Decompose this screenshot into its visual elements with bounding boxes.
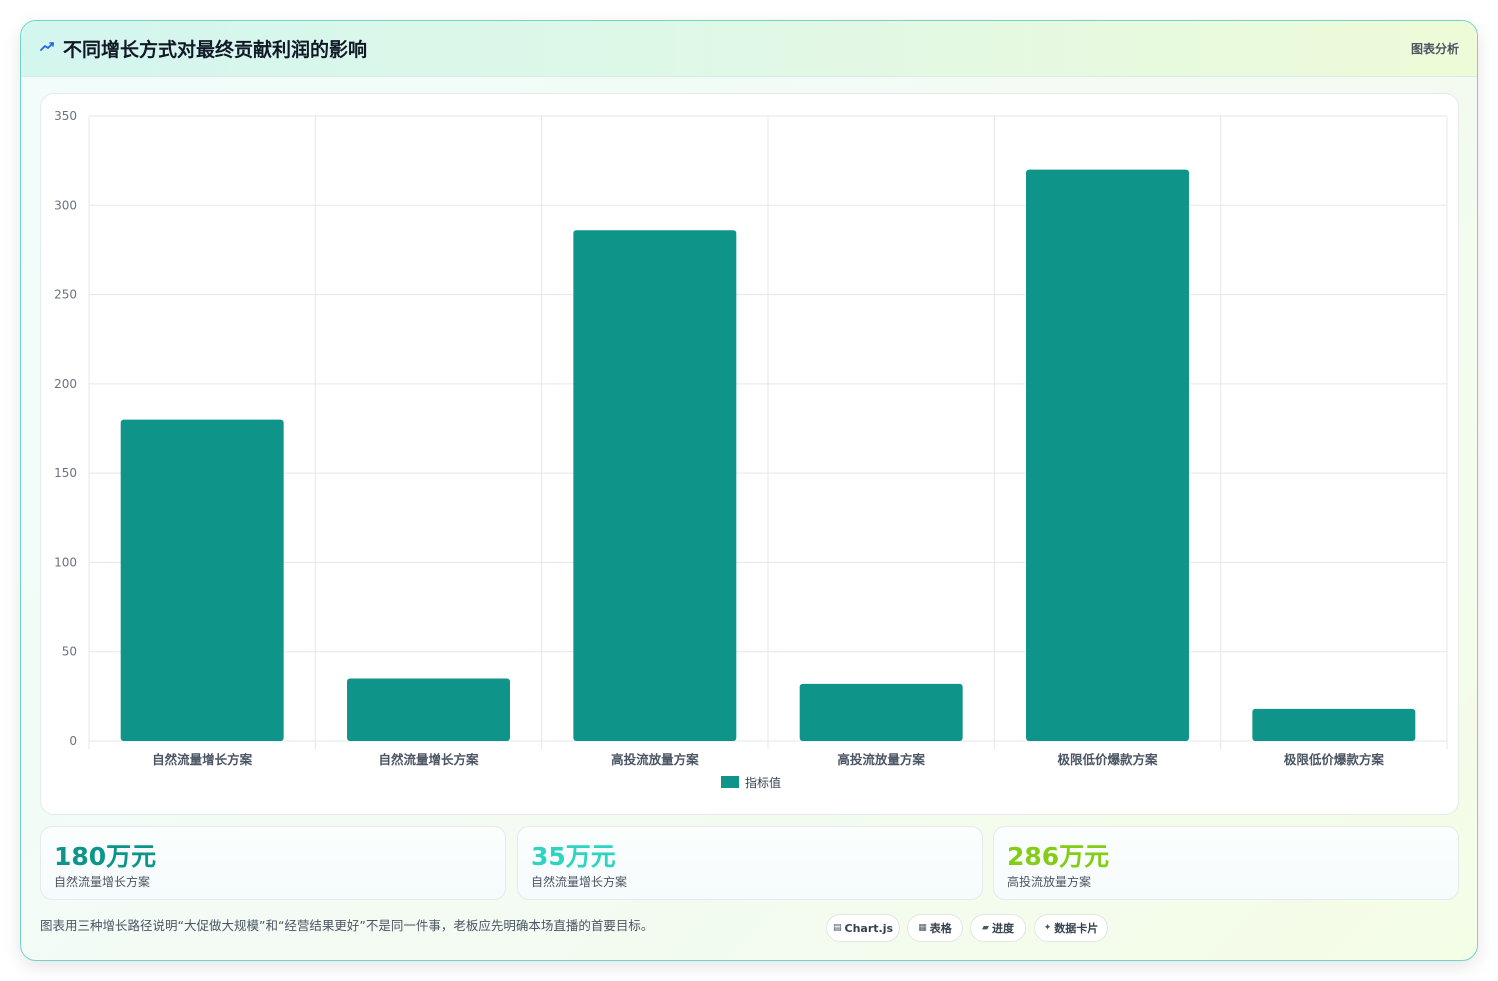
chip-label: 数据卡片 xyxy=(1054,922,1099,935)
y-tick-label: 200 xyxy=(54,377,77,391)
stat-value: 180万元 xyxy=(54,842,157,871)
stat-card-1: 180万元 自然流量增长方案 xyxy=(40,826,506,900)
bar-chart: 0 50 100 150 200 250 300 350 自然流量增长方案 自然流量增长方案 高投流… xyxy=(54,109,1448,790)
bar xyxy=(1252,708,1416,741)
trend-icon xyxy=(40,42,54,51)
stat-label: 自然流量增长方案 xyxy=(531,875,628,889)
stat-value: 286万元 xyxy=(1007,842,1110,871)
chip-label: 表格 xyxy=(929,922,952,935)
chip-label: Chart.js xyxy=(844,921,894,935)
bar xyxy=(1026,169,1189,742)
card-icon: ✦ xyxy=(1043,923,1052,933)
footer-note: 图表用三种增长路径说明“大促做大规模”和“经营结果更好”不是同一件事，老板应先明… xyxy=(40,918,654,933)
y-tick-label: 300 xyxy=(54,198,77,212)
y-tick-label: 100 xyxy=(54,555,77,569)
progress-icon: ▰ xyxy=(982,923,989,933)
bar xyxy=(799,683,963,741)
y-tick-label: 150 xyxy=(54,466,77,480)
chip-progress[interactable]: ▰ 进度 xyxy=(970,914,1026,942)
chart-analysis-label[interactable]: 图表分析 xyxy=(1411,40,1459,57)
bar xyxy=(120,419,284,741)
x-tick-label: 极限低价爆款方案 xyxy=(1284,752,1385,767)
stat-label: 自然流量增长方案 xyxy=(54,875,151,889)
x-tick-label: 极限低价爆款方案 xyxy=(1057,752,1158,767)
stat-label: 高投流放量方案 xyxy=(1007,875,1092,889)
x-tick-label: 自然流量增长方案 xyxy=(378,752,479,767)
page-title: 不同增长方式对最终贡献利润的影响 xyxy=(63,39,368,61)
report-card: 不同增长方式对最终贡献利润的影响 图表分析 0 50 100 150 200 250 300… xyxy=(20,20,1478,961)
x-tick-label: 自然流量增长方案 xyxy=(152,752,253,767)
stat-value: 35万元 xyxy=(531,842,616,871)
chip-label: 进度 xyxy=(991,922,1014,935)
chart-panel: 0 50 100 150 200 250 300 350 自然流量增长方案 自然流量增长方案 高投流… xyxy=(40,93,1459,815)
chip-table[interactable]: ▦ 表格 xyxy=(907,914,963,942)
y-tick-label: 0 xyxy=(69,734,77,748)
x-tick-label: 高投流放量方案 xyxy=(837,752,925,767)
bar xyxy=(347,678,510,741)
bar xyxy=(573,230,737,742)
y-tick-label: 250 xyxy=(54,288,77,302)
chip-chartjs[interactable]: ▤ Chart.js xyxy=(826,914,900,942)
y-tick-label: 50 xyxy=(62,645,77,659)
card-header: 不同增长方式对最终贡献利润的影响 图表分析 xyxy=(21,21,1477,77)
stat-card-2: 35万元 自然流量增长方案 xyxy=(517,826,983,900)
stat-card-3: 286万元 高投流放量方案 xyxy=(993,826,1459,900)
legend-swatch xyxy=(721,776,739,788)
x-tick-label: 高投流放量方案 xyxy=(611,752,699,767)
y-tick-label: 350 xyxy=(54,109,77,123)
chart-icon: ▤ xyxy=(832,923,842,933)
table-icon: ▦ xyxy=(918,923,927,933)
chip-data-card[interactable]: ✦ 数据卡片 xyxy=(1034,914,1108,942)
legend-label: 指标值 xyxy=(745,775,781,790)
